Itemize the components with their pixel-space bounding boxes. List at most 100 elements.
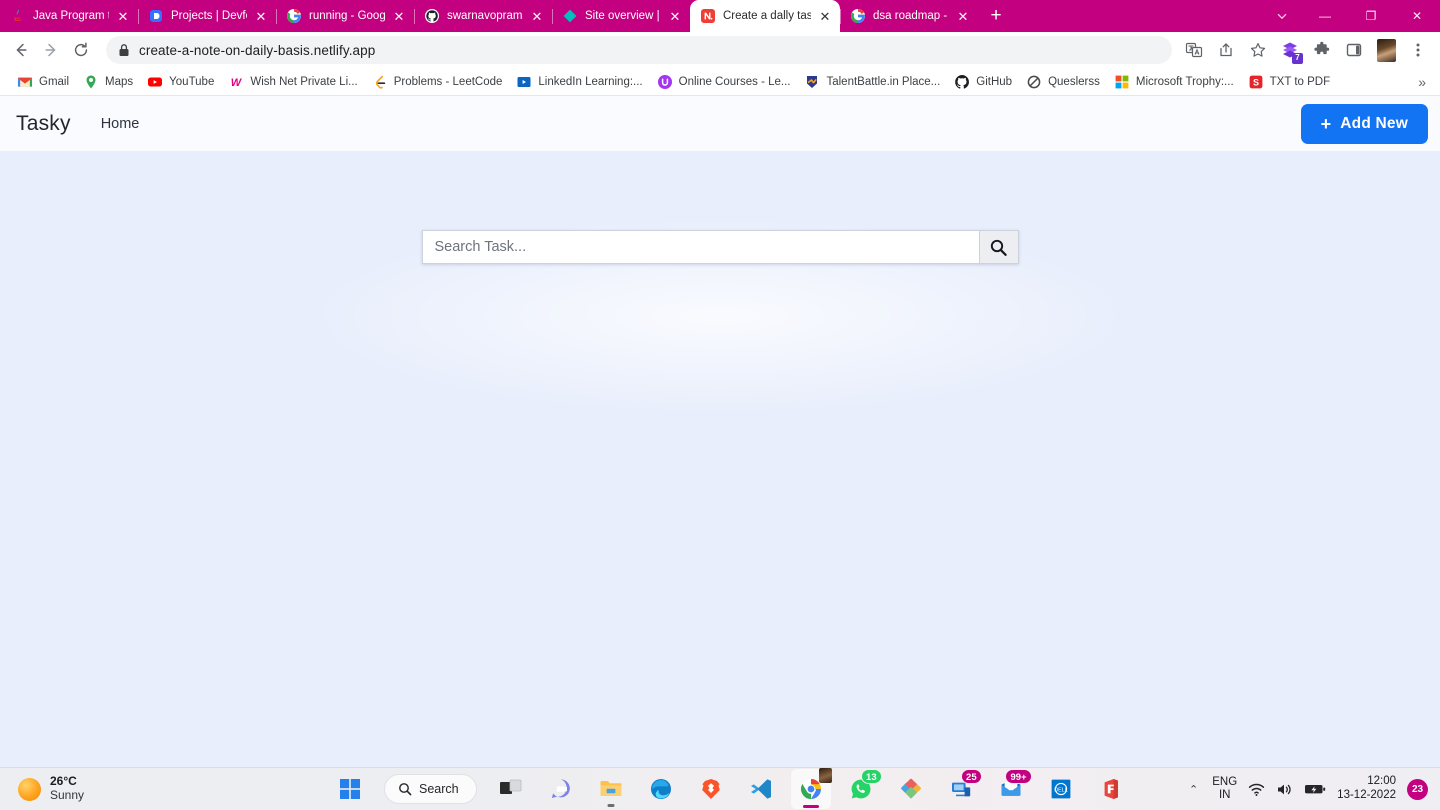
microsoft-edge-icon[interactable] — [641, 769, 681, 809]
tab-close-icon[interactable]: ✕ — [530, 9, 544, 23]
address-bar[interactable]: create-a-note-on-daily-basis.netlify.app — [106, 36, 1172, 64]
teams-chat-icon[interactable] — [541, 769, 581, 809]
google-icon — [286, 8, 302, 24]
back-button[interactable] — [6, 35, 36, 65]
bookmark-udemy[interactable]: Online Courses - Le... — [650, 71, 798, 93]
search-icon — [398, 782, 412, 796]
tab-separator — [552, 9, 553, 24]
dell-app-icon[interactable]: DELL — [1041, 769, 1081, 809]
tab-close-icon[interactable]: ✕ — [254, 9, 268, 23]
whatsapp-icon[interactable]: 13 — [841, 769, 881, 809]
tab-close-icon[interactable]: ✕ — [668, 9, 682, 23]
office-icon[interactable] — [1091, 769, 1131, 809]
brave-browser-icon[interactable] — [691, 769, 731, 809]
tabstrip-right-controls: — ❐ ✕ — [1262, 0, 1440, 32]
leetcode-icon — [372, 74, 388, 90]
maximize-button[interactable]: ❐ — [1348, 0, 1394, 32]
tab-close-icon[interactable]: ✕ — [956, 9, 970, 23]
language-indicator[interactable]: ENG IN — [1212, 776, 1237, 802]
bookmark-gmail[interactable]: Gmail — [10, 71, 76, 93]
remote-desktop-icon[interactable]: 25 — [941, 769, 981, 809]
tray-overflow-chevron-icon[interactable]: ⌃ — [1186, 783, 1201, 796]
wifi-icon[interactable] — [1248, 782, 1265, 797]
bookmark-linkedin-learning[interactable]: LinkedIn Learning:... — [509, 71, 649, 93]
weather-text: 26°C Sunny — [50, 775, 84, 803]
browser-tab[interactable]: running - Google Sea ✕ — [276, 0, 414, 32]
taskbar-center: Search 13 — [330, 769, 1131, 809]
bookmark-github[interactable]: GitHub — [947, 71, 1019, 93]
new-tab-button[interactable]: + — [982, 2, 1010, 30]
udemy-icon — [657, 74, 673, 90]
puzzle-icon[interactable] — [1308, 36, 1336, 64]
bookmark-leetcode[interactable]: Problems - LeetCode — [365, 71, 510, 93]
avatar — [1377, 39, 1396, 62]
java-icon — [10, 8, 26, 24]
bookmark-label: Online Courses - Le... — [679, 76, 791, 88]
vs-code-icon[interactable] — [741, 769, 781, 809]
three-dot-menu-icon[interactable] — [1404, 36, 1432, 64]
star-icon[interactable] — [1244, 36, 1272, 64]
tab-separator — [0, 9, 1, 24]
browser-tab[interactable]: dsa roadmap - Googl ✕ — [840, 0, 978, 32]
web-page-content: Tasky Home + Add New — [0, 96, 1440, 767]
netlify-icon — [700, 8, 716, 24]
photos-icon[interactable] — [891, 769, 931, 809]
tab-close-icon[interactable]: ✕ — [116, 9, 130, 23]
taskbar-search[interactable]: Search — [384, 774, 477, 804]
bookmark-label: TalentBattle.in Place... — [826, 76, 940, 88]
github-icon — [424, 8, 440, 24]
browser-tab[interactable]: Projects | Devfolio ✕ — [138, 0, 276, 32]
tab-separator — [414, 9, 415, 24]
add-new-button[interactable]: + Add New — [1301, 104, 1428, 144]
task-view-icon[interactable] — [491, 769, 531, 809]
minimize-button[interactable]: — — [1302, 0, 1348, 32]
bookmark-txt-to-pdf[interactable]: S TXT to PDF — [1241, 71, 1338, 93]
svg-text:DELL: DELL — [1054, 787, 1068, 793]
bookmark-microsoft[interactable]: Microsoft Trophy:... — [1107, 71, 1241, 93]
tab-separator — [138, 9, 139, 24]
wishnet-icon: W — [228, 74, 244, 90]
bookmarks-overflow-button[interactable]: » — [1410, 74, 1434, 90]
battery-charging-icon[interactable] — [1304, 782, 1326, 796]
bookmark-wishnet[interactable]: W Wish Net Private Li... — [221, 71, 364, 93]
tab-title: Create a dally task — [723, 0, 811, 32]
forward-button[interactable] — [36, 35, 66, 65]
devfolio-icon — [148, 8, 164, 24]
bookmark-talentbattle[interactable]: TalentBattle.in Place... — [797, 71, 947, 93]
youtube-icon — [147, 74, 163, 90]
mail-icon[interactable]: 99+ — [991, 769, 1031, 809]
tab-close-icon[interactable]: ✕ — [392, 9, 406, 23]
bookmark-label: TXT to PDF — [1270, 76, 1331, 88]
extension-icon[interactable]: 7 — [1276, 36, 1304, 64]
browser-tab[interactable]: swarnavopramanik/ta ✕ — [414, 0, 552, 32]
volume-icon[interactable] — [1276, 782, 1293, 797]
browser-tab[interactable]: Site overview | create ✕ — [552, 0, 690, 32]
close-window-button[interactable]: ✕ — [1394, 0, 1440, 32]
taskbar-weather-widget[interactable]: 26°C Sunny — [0, 775, 330, 803]
browser-tab-active[interactable]: Create a dally task ✕ — [690, 0, 840, 32]
tab-separator — [276, 9, 277, 24]
bookmark-queslers[interactable]: Queslerss — [1019, 71, 1107, 93]
windows-start-icon[interactable] — [330, 769, 370, 809]
chevron-down-icon[interactable] — [1262, 0, 1302, 32]
nav-link-home[interactable]: Home — [101, 116, 140, 132]
tab-title: Projects | Devfolio — [171, 0, 247, 32]
browser-window: Java Program to Add ✕ Projects | Devfoli… — [0, 0, 1440, 767]
search-button[interactable] — [979, 230, 1019, 264]
notification-badge[interactable]: 23 — [1407, 779, 1428, 800]
google-chrome-icon[interactable] — [791, 769, 831, 809]
whatsapp-badge: 13 — [861, 769, 882, 784]
translate-icon[interactable] — [1180, 36, 1208, 64]
side-panel-icon[interactable] — [1340, 36, 1368, 64]
browser-tab[interactable]: Java Program to Add ✕ — [0, 0, 138, 32]
reload-button[interactable] — [66, 35, 96, 65]
profile-avatar[interactable] — [1372, 36, 1400, 64]
file-explorer-icon[interactable] — [591, 769, 631, 809]
bookmark-youtube[interactable]: YouTube — [140, 71, 221, 93]
linkedin-learning-icon — [516, 74, 532, 90]
bookmark-maps[interactable]: Maps — [76, 71, 140, 93]
clock[interactable]: 12:00 13-12-2022 — [1337, 775, 1396, 803]
search-input[interactable] — [422, 230, 979, 264]
share-icon[interactable] — [1212, 36, 1240, 64]
tab-close-icon[interactable]: ✕ — [818, 9, 832, 23]
